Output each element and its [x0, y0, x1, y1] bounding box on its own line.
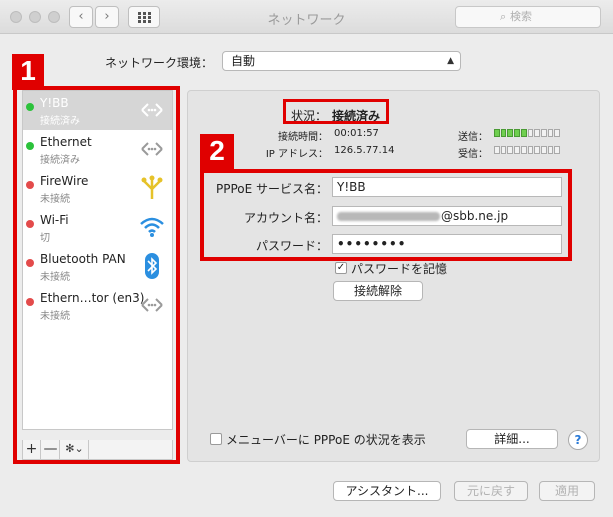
annotation-box-status: [283, 99, 389, 124]
updown-arrows-icon: ▲: [447, 56, 454, 66]
ip-value: 126.5.77.14: [334, 145, 395, 156]
location-value: 自動: [231, 54, 256, 68]
location-select[interactable]: 自動 ▲: [222, 51, 461, 71]
send-label: 送信：: [458, 132, 488, 143]
ip-label: IP アドレス：: [265, 149, 328, 160]
annotation-badge-1: 1: [12, 54, 44, 90]
apply-button[interactable]: 適用: [539, 481, 595, 501]
location-label: ネットワーク環境：: [105, 56, 214, 70]
connect-time-label: 接続時間：: [278, 132, 328, 143]
assistant-button[interactable]: アシスタント...: [333, 481, 441, 501]
remember-password-label: パスワードを記憶: [351, 262, 448, 276]
search-input[interactable]: ⌕ 検索: [455, 6, 601, 28]
annotation-badge-2: 2: [200, 134, 234, 170]
receive-meter: [494, 146, 561, 154]
send-meter: [494, 129, 561, 137]
title-bar: ‹ › ネットワーク ⌕ 検索: [0, 0, 613, 34]
search-icon: ⌕: [500, 10, 507, 23]
disconnect-button[interactable]: 接続解除: [333, 281, 423, 301]
remember-password-checkbox[interactable]: ✓: [335, 262, 347, 274]
search-placeholder: 検索: [510, 10, 532, 23]
show-in-menubar-checkbox[interactable]: [210, 433, 222, 445]
receive-label: 受信：: [458, 149, 488, 160]
details-button[interactable]: 詳細...: [466, 429, 558, 449]
revert-button[interactable]: 元に戻す: [454, 481, 528, 501]
annotation-box-1: [13, 86, 180, 464]
show-in-menubar-label: メニューバーに PPPoE の状況を表示: [226, 433, 426, 447]
connect-time-value: 00:01:57: [334, 128, 379, 139]
help-button[interactable]: ?: [568, 430, 588, 450]
annotation-box-2: [200, 169, 572, 261]
